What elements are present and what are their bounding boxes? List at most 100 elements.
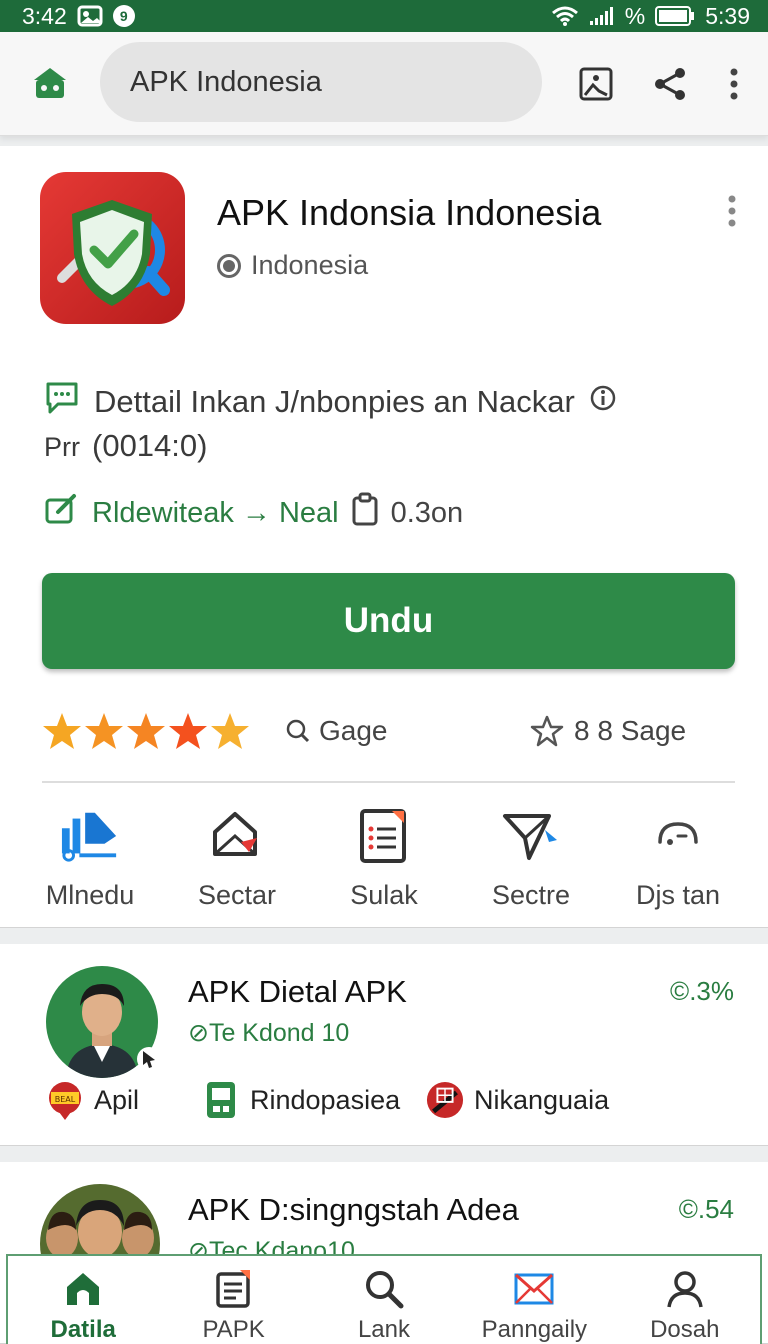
document-list-icon	[354, 806, 414, 866]
action-item[interactable]: Sectar	[167, 806, 307, 916]
device-icon	[202, 1080, 240, 1120]
detail-value: (0014:0)	[92, 428, 208, 463]
tag-label: Rindopasiea	[250, 1084, 401, 1115]
rating-row: Gage 8 8 Sage	[42, 706, 735, 756]
tag-label: Nikanguaia	[474, 1084, 610, 1115]
list-item[interactable]: APK Dietal APK ⊘Te Kdond 10 ©.3% BEAL Ap…	[0, 944, 768, 1146]
nav-label: Datila	[50, 1316, 116, 1343]
tag-label: Apil	[94, 1084, 140, 1115]
star-rating	[42, 711, 250, 751]
wifi-icon	[551, 5, 579, 27]
action-item[interactable]: Djs tan	[608, 806, 748, 916]
nav-item-dosah[interactable]: Dosah	[610, 1256, 760, 1344]
paper-plane-icon	[501, 806, 561, 866]
nav-label: Panngaily	[481, 1316, 588, 1343]
list-item-title: APK D:singngstah Adea	[188, 1192, 519, 1227]
list-item-percent: ©.3%	[670, 976, 734, 1006]
detail-prefix: Prr	[44, 432, 80, 462]
nav-item-papk[interactable]: PAPK	[159, 1256, 309, 1344]
chat-icon	[44, 380, 80, 424]
app-options-button[interactable]	[722, 194, 742, 230]
edit-icon	[44, 492, 80, 534]
kebab-icon	[730, 68, 738, 100]
action-label: Sulak	[350, 880, 418, 910]
info-icon[interactable]	[589, 384, 617, 420]
list-item-subtitle: ⊘Te Kdond 10	[188, 1019, 350, 1047]
gallery-icon	[77, 5, 103, 27]
person-icon	[664, 1268, 706, 1310]
app-region: Indonesia	[217, 250, 368, 281]
action-row: Mlnedu Sectar Sulak Sectre Djs tan	[20, 806, 748, 916]
action-label: Sectar	[197, 880, 277, 910]
status-time-right: 5:39	[705, 2, 750, 29]
flag-icon	[426, 1080, 464, 1120]
more-menu-button[interactable]	[710, 60, 758, 108]
star-icon	[127, 713, 165, 749]
star-icon	[169, 713, 207, 749]
image-button[interactable]	[572, 60, 620, 108]
star-icon	[211, 713, 249, 749]
meta-row: Rldewiteak → Neal 0.3on	[44, 492, 463, 534]
image-icon	[579, 67, 613, 101]
list-item-title: APK Dietal APK	[188, 974, 407, 1009]
mail-pen-icon	[207, 806, 267, 866]
share-icon	[655, 68, 685, 100]
gage-link[interactable]: Gage	[285, 715, 388, 747]
status-time: 3:42	[22, 2, 67, 29]
home-icon	[62, 1268, 104, 1310]
action-item[interactable]: Mlnedu	[20, 806, 160, 916]
nav-label: Dosah	[650, 1316, 720, 1343]
meta-link[interactable]: Rldewiteak → Neal	[92, 497, 339, 530]
star-outline-icon	[530, 715, 564, 747]
signal-icon	[589, 6, 615, 26]
chart-doc-icon	[60, 806, 120, 866]
divider	[42, 781, 735, 783]
tag-item[interactable]: BEAL Apil	[46, 1080, 139, 1120]
search-input[interactable]: APK Indonesia	[100, 42, 542, 122]
battery-icon	[655, 5, 695, 27]
link-icon	[648, 806, 708, 866]
search-icon	[363, 1268, 405, 1310]
app-detail-card: APK Indonsia Indonesia Indonesia Dettail…	[0, 146, 768, 928]
download-button[interactable]: Undu	[42, 573, 735, 669]
nav-item-panngaily[interactable]: Panngaily	[459, 1256, 609, 1344]
badge-icon: BEAL	[46, 1080, 84, 1120]
gage-label: Gage	[319, 715, 388, 746]
star-icon	[43, 713, 81, 749]
search-icon	[286, 719, 310, 743]
action-item[interactable]: Sectre	[461, 806, 601, 916]
detail-value-row: Prr (0014:0)	[44, 428, 207, 464]
app-bar: APK Indonesia	[0, 32, 768, 136]
notification-badge: 9	[112, 5, 135, 27]
app-title: APK Indonsia Indonesia	[217, 192, 602, 233]
app-region-label: Indonesia	[251, 250, 369, 280]
share-button[interactable]	[646, 60, 694, 108]
status-bar: 3:42 9 % 5:39	[0, 0, 768, 32]
action-label: Mlnedu	[45, 880, 135, 910]
cursor-badge-icon	[136, 1046, 162, 1072]
detail-row: Dettail Inkan J/nbonpies an Nackar	[44, 380, 617, 424]
meta-size: 0.3on	[390, 496, 464, 529]
mail-icon	[513, 1268, 555, 1310]
app-logo-icon	[40, 172, 185, 324]
detail-text: Dettail Inkan J/nbonpies an Nackar	[94, 384, 575, 419]
rating-count-label: 8 8 Sage	[574, 715, 687, 746]
nav-item-datila[interactable]: Datila	[8, 1256, 158, 1344]
tag-item[interactable]: Rindopasiea	[202, 1080, 400, 1120]
store-home-icon[interactable]	[28, 62, 72, 106]
action-label: Djs tan	[635, 880, 721, 910]
nav-label: PAPK	[202, 1316, 265, 1343]
action-label: Sectre	[491, 880, 571, 910]
nav-label: Lank	[357, 1316, 410, 1343]
clipboard-icon	[351, 492, 379, 534]
battery-percent: %	[624, 2, 646, 29]
tag-item[interactable]: Nikanguaia	[426, 1080, 609, 1120]
tag-row: BEAL Apil Rindopasiea Nikanguaia	[46, 1080, 746, 1126]
rating-count: 8 8 Sage	[530, 714, 686, 748]
action-item[interactable]: Sulak	[314, 806, 454, 916]
star-icon	[85, 713, 123, 749]
kebab-icon	[728, 195, 736, 227]
radio-dot-icon	[217, 253, 241, 278]
nav-item-lank[interactable]: Lank	[309, 1256, 459, 1344]
bottom-nav: Datila PAPK Lank Panngaily Dosah	[6, 1254, 762, 1344]
